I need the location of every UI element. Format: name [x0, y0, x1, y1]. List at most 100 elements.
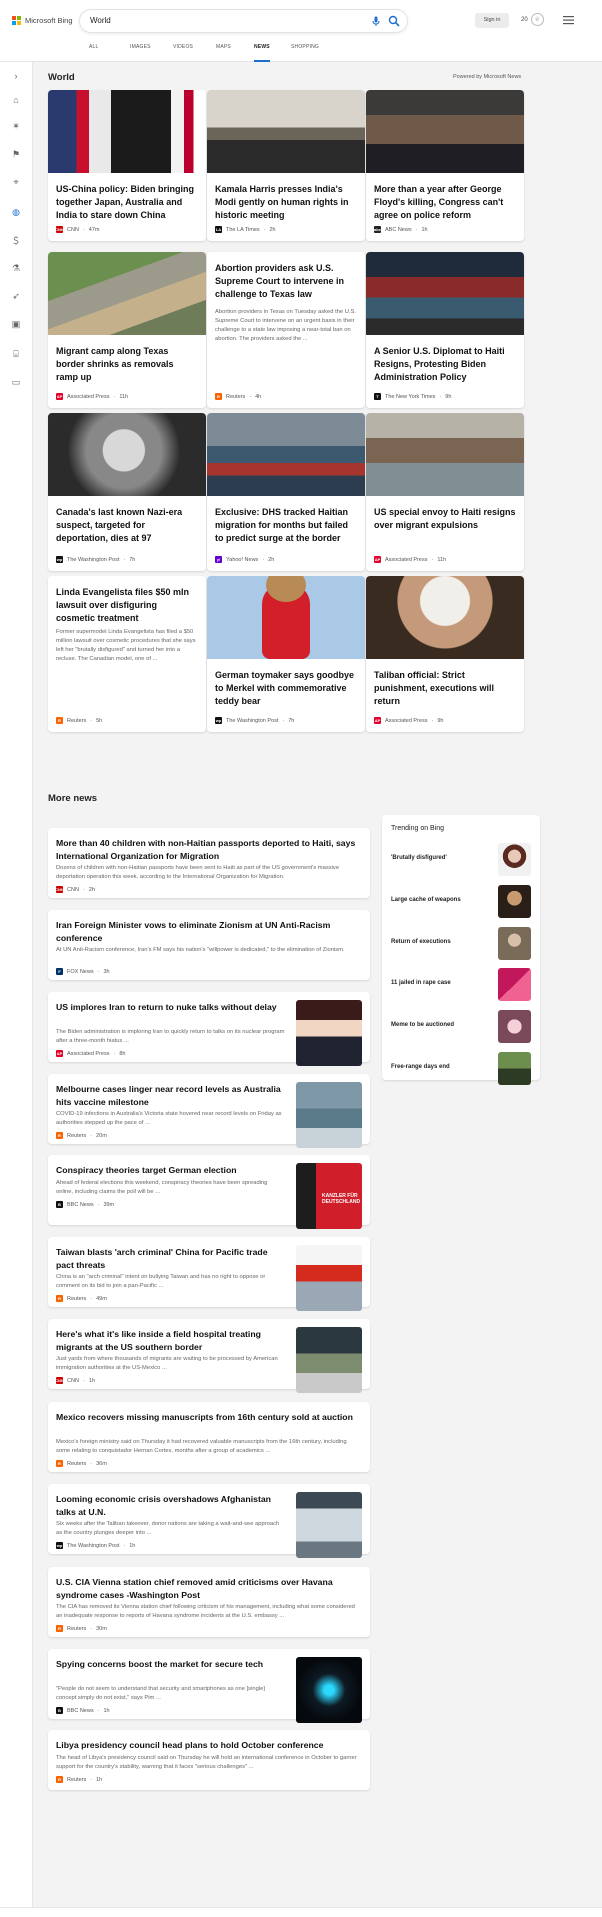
flag-icon[interactable]: ⚑ [10, 148, 22, 160]
more-news-title[interactable]: More than 40 children with non-Haitian p… [56, 837, 360, 862]
trending-thumbnail[interactable] [498, 927, 531, 960]
more-news-title[interactable]: Melbourne cases linger near record level… [56, 1083, 286, 1108]
news-source[interactable]: R Reuters · 5h [56, 717, 102, 724]
more-news-thumbnail[interactable] [296, 1082, 362, 1148]
news-title[interactable]: Migrant camp along Texas border shrinks … [56, 345, 198, 384]
trending-label[interactable]: 11 jailed in rape case [391, 980, 451, 986]
more-news-item[interactable]: Iran Foreign Minister vows to eliminate … [48, 910, 370, 980]
more-news-item[interactable]: U.S. CIA Vienna station chief removed am… [48, 1567, 370, 1637]
news-image[interactable] [366, 90, 524, 173]
trending-thumbnail[interactable] [498, 968, 531, 1001]
more-news-source[interactable]: B BBC News · 39m [56, 1201, 114, 1208]
more-news-item[interactable]: Mexico recovers missing manuscripts from… [48, 1402, 370, 1472]
news-image[interactable] [48, 90, 206, 173]
microscope-icon[interactable]: ⚗ [10, 262, 22, 274]
trending-item[interactable]: Meme to be auctioned [391, 1010, 531, 1043]
more-news-item[interactable]: Taiwan blasts 'arch criminal' China for … [48, 1237, 370, 1311]
news-card[interactable]: US special envoy to Haiti resigns over m… [366, 413, 524, 571]
news-image[interactable] [48, 252, 206, 335]
trending-item[interactable]: 11 jailed in rape case [391, 968, 531, 1001]
globe-icon[interactable]: ◍ [10, 206, 22, 218]
news-image[interactable] [207, 576, 365, 659]
news-title[interactable]: Canada's last known Nazi-era suspect, ta… [56, 506, 198, 545]
more-news-source[interactable]: AP Associated Press · 8h [56, 1050, 125, 1057]
search-box[interactable]: World [80, 10, 407, 32]
location-icon[interactable]: ⌖ [10, 176, 22, 188]
trending-thumbnail[interactable] [498, 885, 531, 918]
trending-label[interactable]: 'Brutally disfigured' [391, 855, 447, 861]
news-card[interactable]: Linda Evangelista files $50 mln lawsuit … [48, 576, 206, 732]
news-source[interactable]: AP Associated Press · 11h [374, 556, 446, 563]
tab-images[interactable]: IMAGES [130, 40, 151, 62]
more-news-thumbnail[interactable]: KANZLER FÜR DEUTSCHLAND [296, 1163, 362, 1229]
more-news-source[interactable]: R Reuters · 20m [56, 1132, 107, 1139]
news-source[interactable]: AP Associated Press · 9h [374, 717, 443, 724]
more-news-item[interactable]: US implores Iran to return to nuke talks… [48, 992, 370, 1066]
news-image[interactable] [207, 90, 365, 173]
trophy-icon[interactable]: ✶ [10, 120, 22, 132]
trending-thumbnail[interactable] [498, 1010, 531, 1043]
film-icon[interactable]: ▣ [10, 318, 22, 330]
trending-label[interactable]: Large cache of weapons [391, 897, 461, 903]
more-news-source[interactable]: CNN CNN · 1h [55, 1377, 95, 1384]
trending-item[interactable]: Large cache of weapons [391, 885, 531, 918]
more-news-thumbnail[interactable] [296, 1657, 362, 1723]
more-news-source[interactable]: R Reuters · 36m [56, 1460, 107, 1467]
more-news-title[interactable]: Taiwan blasts 'arch criminal' China for … [56, 1246, 286, 1271]
more-news-source[interactable]: CNN CNN · 2h [55, 886, 95, 893]
trending-label[interactable]: Meme to be auctioned [391, 1022, 454, 1028]
news-source[interactable]: CNN CNN · 47m [55, 226, 99, 233]
news-card[interactable]: Exclusive: DHS tracked Haitian migration… [207, 413, 365, 571]
more-news-item[interactable]: Looming economic crisis overshadows Afgh… [48, 1484, 370, 1558]
tab-news[interactable]: NEWS [254, 40, 270, 62]
more-news-item[interactable]: Conspiracy theories target German electi… [48, 1155, 370, 1229]
news-card[interactable]: A Senior U.S. Diplomat to Haiti Resigns,… [366, 252, 524, 408]
more-news-title[interactable]: Iran Foreign Minister vows to eliminate … [56, 919, 360, 944]
chevron-right-icon[interactable]: › [10, 70, 22, 82]
news-card[interactable]: Canada's last known Nazi-era suspect, ta… [48, 413, 206, 571]
news-title[interactable]: A Senior U.S. Diplomat to Haiti Resigns,… [374, 345, 516, 384]
news-source[interactable]: abc ABC News · 1h [374, 226, 428, 233]
news-image[interactable] [207, 413, 365, 496]
news-title[interactable]: Exclusive: DHS tracked Haitian migration… [215, 506, 357, 545]
more-news-item[interactable]: Melbourne cases linger near record level… [48, 1074, 370, 1148]
sign-in-button[interactable]: Sign in [475, 13, 509, 28]
more-news-title[interactable]: U.S. CIA Vienna station chief removed am… [56, 1576, 360, 1601]
news-title[interactable]: US special envoy to Haiti resigns over m… [374, 506, 516, 532]
bing-logo[interactable]: Microsoft Bing [12, 16, 73, 25]
more-news-thumbnail[interactable] [296, 1492, 362, 1558]
news-title[interactable]: US-China policy: Biden bringing together… [56, 183, 198, 222]
news-title[interactable]: German toymaker says goodbye to Merkel w… [215, 669, 357, 708]
more-news-source[interactable]: F FOX News · 3h [56, 968, 110, 975]
rewards-button[interactable]: 20 ♕ [521, 13, 544, 26]
more-news-source[interactable]: B BBC News · 1h [56, 1707, 110, 1714]
more-news-title[interactable]: Here's what it's like inside a field hos… [56, 1328, 286, 1353]
news-title[interactable]: More than a year after George Floyd's ki… [374, 183, 516, 222]
tab-maps[interactable]: MAPS [216, 40, 231, 62]
news-source[interactable]: T The New York Times · 9h [374, 393, 451, 400]
trending-label[interactable]: Return of executions [391, 939, 451, 945]
more-news-title[interactable]: Mexico recovers missing manuscripts from… [56, 1411, 360, 1424]
news-card[interactable]: US-China policy: Biden bringing together… [48, 90, 206, 241]
more-news-item[interactable]: Spying concerns boost the market for sec… [48, 1649, 370, 1723]
tab-shopping[interactable]: SHOPPING [291, 40, 319, 62]
news-source[interactable]: y! Yahoo! News · 2h [215, 556, 274, 563]
trending-item[interactable]: 'Brutally disfigured' [391, 843, 531, 876]
more-news-thumbnail[interactable] [296, 1245, 362, 1311]
news-source[interactable]: AP Associated Press · 11h [56, 393, 128, 400]
news-image[interactable] [366, 576, 524, 659]
search-input[interactable]: World [90, 16, 111, 25]
more-news-source[interactable]: R Reuters · 1h [56, 1776, 102, 1783]
news-title[interactable]: Kamala Harris presses India's Modi gentl… [215, 183, 357, 222]
more-news-source[interactable]: R Reuters · 30m [56, 1625, 107, 1632]
trending-item[interactable]: Free-range days end [391, 1052, 531, 1085]
tab-all[interactable]: ALL [89, 40, 99, 62]
more-news-item[interactable]: Here's what it's like inside a field hos… [48, 1319, 370, 1393]
tab-videos[interactable]: VIDEOS [173, 40, 193, 62]
more-news-thumbnail[interactable] [296, 1000, 362, 1066]
news-card[interactable]: Abortion providers ask U.S. Supreme Cour… [207, 252, 365, 408]
hamburger-menu-icon[interactable] [563, 15, 574, 25]
news-title[interactable]: Taliban official: Strict punishment, exe… [374, 669, 516, 708]
news-title[interactable]: Abortion providers ask U.S. Supreme Cour… [215, 262, 357, 301]
more-news-title[interactable]: Libya presidency council head plans to h… [56, 1739, 360, 1752]
